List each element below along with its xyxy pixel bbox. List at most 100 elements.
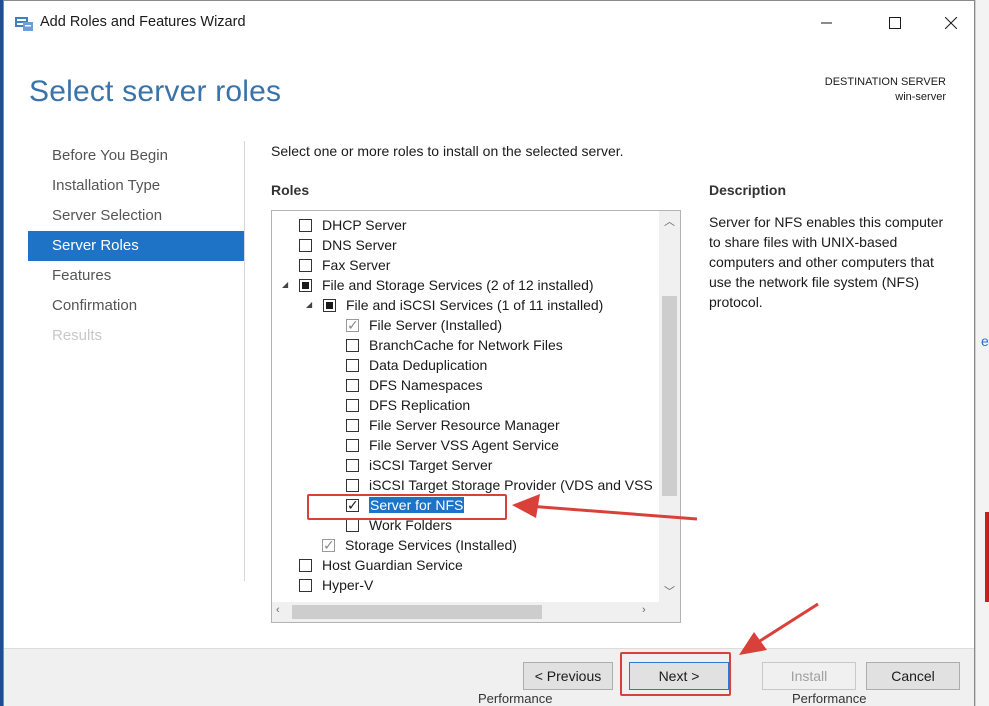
description-heading: Description [709,182,787,198]
checkbox[interactable] [299,578,312,592]
expand-collapse-icon[interactable]: ◢ [306,295,316,315]
destination-server-label: DESTINATION SERVER [824,76,946,88]
previous-button[interactable]: < Previous [523,662,613,690]
checkbox[interactable] [346,378,359,392]
role-item-host-guardian[interactable]: Host Guardian Service [299,555,463,575]
checkbox[interactable] [323,298,336,312]
roles-heading: Roles [271,182,310,198]
role-label: iSCSI Target Storage Provider (VDS and V… [369,477,653,493]
destination-server-info: DESTINATION SERVER win-server [825,75,946,105]
role-item-dhcp-server[interactable]: DHCP Server [299,215,407,235]
role-item-hyper-v[interactable]: Hyper-V [299,575,373,595]
horizontal-scrollbar[interactable]: ‹ › [272,602,660,622]
expand-collapse-icon[interactable]: ◢ [282,275,292,295]
role-label: DNS Server [322,237,397,253]
role-item-data-deduplication[interactable]: Data Deduplication [346,355,487,375]
vertical-scrollbar[interactable]: ︿ ﹀ [659,211,680,603]
role-item-file-storage-services[interactable]: ◢ File and Storage Services (2 of 12 inst… [282,275,594,295]
role-label: File and Storage Services (2 of 12 insta… [322,277,594,293]
role-item-storage-services[interactable]: Storage Services (Installed) [322,535,517,555]
close-button[interactable] [928,1,974,45]
background-red-bar [985,512,989,602]
role-item-branchcache[interactable]: BranchCache for Network Files [346,335,563,355]
role-item-vss-agent[interactable]: File Server VSS Agent Service [346,435,559,455]
role-label: File Server Resource Manager [369,417,560,433]
role-label: iSCSI Target Server [369,457,493,473]
checkbox[interactable] [346,338,359,352]
cancel-button[interactable]: Cancel [866,662,960,690]
role-label: File and iSCSI Services (1 of 11 install… [346,297,604,313]
nav-item-server-selection[interactable]: Server Selection [28,201,244,231]
description-text: Server for NFS enables this computer to … [709,214,944,310]
window-title: Add Roles and Features Wizard [40,14,246,30]
checkbox[interactable] [346,418,359,432]
checkbox[interactable] [299,238,312,252]
scroll-right-icon[interactable]: › [642,604,646,616]
checkbox[interactable] [299,258,312,272]
maximize-button[interactable] [872,1,918,45]
page-title: Select server roles [29,75,282,108]
wizard-nav: Before You Begin Installation Type Serve… [28,141,244,351]
maximize-icon [889,17,901,29]
title-bar: Add Roles and Features Wizard [4,1,974,45]
role-item-file-server[interactable]: File Server (Installed) [346,315,502,335]
highlight-box-server-for-nfs [307,494,507,520]
role-label: BranchCache for Network Files [369,337,563,353]
role-label: Storage Services (Installed) [345,537,517,553]
role-label: DHCP Server [322,217,407,233]
role-item-iscsi-storage-provider[interactable]: iSCSI Target Storage Provider (VDS and V… [346,475,653,495]
destination-server-name: win-server [895,91,946,103]
role-item-dns-server[interactable]: DNS Server [299,235,397,255]
roles-tree[interactable]: DHCP Server DNS Server Fax Server ◢ File … [271,210,681,623]
background-text: Performance [792,691,867,706]
checkbox[interactable] [346,478,359,492]
checkbox[interactable] [299,218,312,232]
desktop-background-right: e [975,0,989,706]
highlight-box-next-button [620,652,731,696]
scrollbar-corner [659,602,680,622]
role-item-fax-server[interactable]: Fax Server [299,255,390,275]
nav-divider [244,141,245,581]
wizard-window: Add Roles and Features Wizard Select ser… [3,0,975,706]
checkbox[interactable] [322,535,335,555]
checkbox[interactable] [346,458,359,472]
role-item-iscsi-target-server[interactable]: iSCSI Target Server [346,455,492,475]
checkbox[interactable] [299,558,312,572]
role-item-fsrm[interactable]: File Server Resource Manager [346,415,560,435]
scroll-down-icon[interactable]: ﹀ [659,583,680,599]
checkbox[interactable] [346,315,359,335]
nav-item-before-you-begin[interactable]: Before You Begin [28,141,244,171]
role-item-dfs-namespaces[interactable]: DFS Namespaces [346,375,483,395]
role-label: File Server (Installed) [369,317,503,333]
install-button: Install [762,662,856,690]
role-item-dfs-replication[interactable]: DFS Replication [346,395,470,415]
checkbox[interactable] [346,518,359,532]
scroll-left-icon[interactable]: ‹ [276,604,280,616]
checkbox[interactable] [346,438,359,452]
role-label: Data Deduplication [369,357,488,373]
checkbox[interactable] [346,358,359,372]
role-item-file-iscsi-services[interactable]: ◢ File and iSCSI Services (1 of 11 instal… [306,295,603,315]
nav-item-confirmation[interactable]: Confirmation [28,291,244,321]
minimize-icon [821,22,832,24]
role-label: DFS Namespaces [369,377,483,393]
role-label: Hyper-V [322,577,374,593]
checkbox[interactable] [299,278,312,292]
role-label: Fax Server [322,257,391,273]
server-manager-icon [15,17,33,31]
checkbox[interactable] [346,398,359,412]
role-label: DFS Replication [369,397,471,413]
background-text: Performance [478,691,553,706]
scrollbar-thumb[interactable] [292,605,542,619]
role-label: File Server VSS Agent Service [369,437,559,453]
role-label: Host Guardian Service [322,557,463,573]
nav-item-server-roles[interactable]: Server Roles [28,231,244,261]
scrollbar-thumb[interactable] [662,296,677,496]
minimize-button[interactable] [804,1,850,45]
close-icon [945,17,957,29]
nav-item-features[interactable]: Features [28,261,244,291]
nav-item-installation-type[interactable]: Installation Type [28,171,244,201]
nav-item-results: Results [52,327,103,344]
scroll-up-icon[interactable]: ︿ [659,213,680,229]
background-link-fragment: e [981,333,989,349]
